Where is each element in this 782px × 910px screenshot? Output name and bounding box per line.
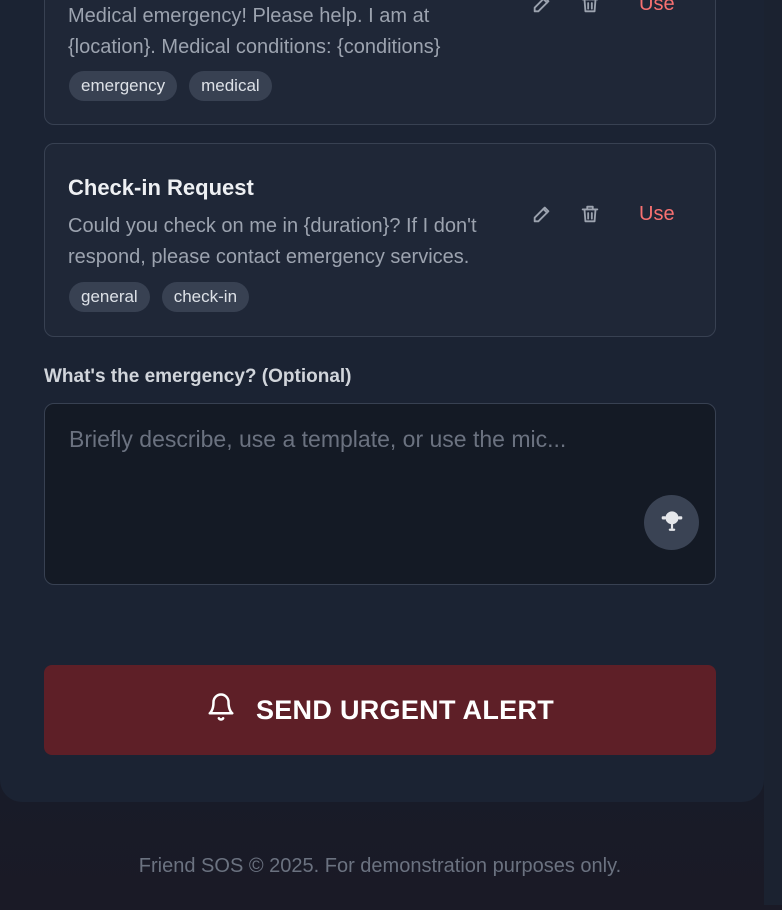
tag: medical	[189, 71, 272, 101]
template-card-medical: Medical emergency! Please help. I am at …	[44, 0, 716, 125]
send-urgent-alert-button[interactable]: SEND URGENT ALERT	[44, 665, 716, 755]
tag: general	[69, 282, 150, 312]
template-title: Check-in Request	[68, 175, 254, 200]
pencil-icon[interactable]	[529, 201, 555, 227]
bell-icon	[206, 692, 236, 729]
template-body: Could you check on me in {duration}? If …	[68, 215, 477, 268]
use-template-button[interactable]: Use	[639, 0, 675, 19]
template-card-check-in: Check-in Request Could you check on me i…	[44, 143, 716, 337]
template-tags: general check-in	[69, 282, 250, 312]
template-body: Medical emergency! Please help. I am at …	[68, 5, 441, 58]
footer-text: Friend SOS © 2025. For demonstration pur…	[138, 855, 622, 877]
tag: check-in	[161, 282, 250, 312]
mic-button[interactable]	[644, 495, 699, 550]
page-scrollbar[interactable]	[764, 0, 782, 905]
pencil-icon[interactable]	[529, 0, 555, 17]
template-actions: Use	[529, 0, 694, 19]
template-actions: Use	[529, 199, 694, 229]
template-tags: emergency medical	[69, 71, 272, 101]
use-template-button[interactable]: Use	[639, 199, 675, 229]
send-urgent-alert-label: SEND URGENT ALERT	[255, 694, 555, 725]
emergency-field-label: What's the emergency? (Optional)	[44, 366, 352, 387]
microphone-icon	[659, 507, 685, 538]
tag: emergency	[69, 71, 178, 101]
trash-icon[interactable]	[577, 201, 603, 227]
emergency-description-input[interactable]	[45, 404, 715, 584]
emergency-field-container	[44, 403, 716, 585]
trash-icon[interactable]	[577, 0, 603, 17]
